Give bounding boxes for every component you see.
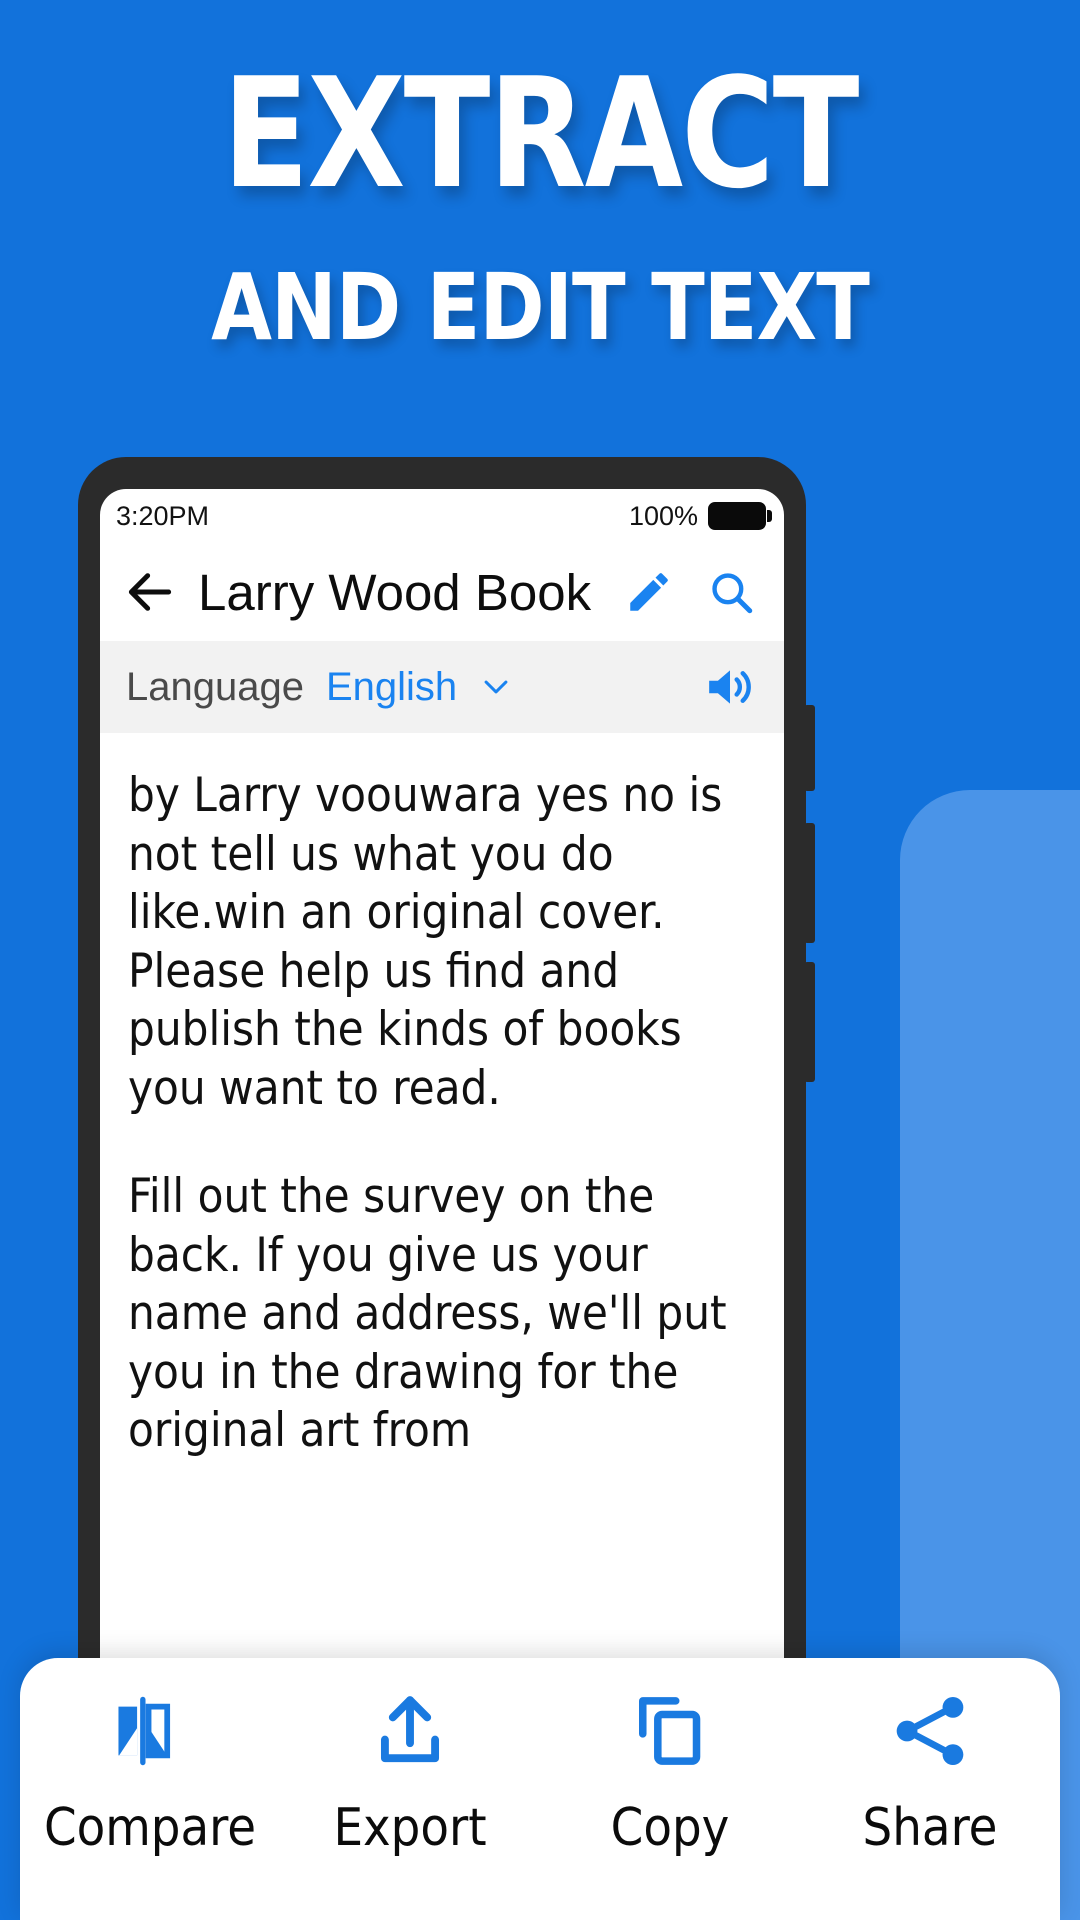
pencil-icon[interactable] (624, 567, 674, 617)
action-label: Copy (610, 1798, 730, 1858)
language-bar: Language English (100, 641, 784, 733)
app-bar: Larry Wood Book (100, 543, 784, 641)
action-item-share[interactable]: Share (800, 1688, 1060, 1858)
document-paragraph: Fill out the survey on the back. If you … (128, 1169, 727, 1458)
status-right-group: 100% (628, 500, 772, 532)
speaker-volume-icon[interactable] (702, 662, 758, 712)
compare-flip-icon (118, 1696, 171, 1766)
document-body[interactable]: by Larry voouwara yes no is not tell us … (100, 733, 784, 1461)
promo-headline: EXTRACT AND EDIT TEXT (0, 58, 1080, 354)
page-title: Larry Wood Book (198, 563, 592, 621)
action-bar: Compare Export Copy Share (20, 1658, 1060, 1920)
phone-side-button-volume-down[interactable] (804, 962, 815, 1082)
action-label: Compare (43, 1798, 257, 1858)
phone-side-button-power[interactable] (804, 705, 815, 791)
status-bar: 3:20PM 100% (100, 489, 784, 543)
language-label: Language (126, 664, 304, 709)
action-item-compare[interactable]: Compare (20, 1688, 280, 1858)
phone-side-button-volume-up[interactable] (804, 823, 815, 943)
back-arrow-icon[interactable] (122, 564, 178, 620)
action-label: Share (862, 1798, 998, 1858)
action-label: Export (333, 1798, 487, 1858)
headline-line-2: AND EDIT TEXT (211, 254, 870, 361)
action-item-export[interactable]: Export (280, 1688, 540, 1858)
copy-duplicate-icon (639, 1697, 701, 1765)
document-paragraph: by Larry voouwara yes no is not tell us … (128, 768, 723, 1116)
export-upload-icon (380, 1696, 440, 1763)
share-nodes-icon (896, 1696, 964, 1766)
headline-line-1: EXTRACT (222, 45, 859, 222)
battery-full-icon (708, 502, 772, 530)
battery-percent-label: 100% (628, 500, 698, 531)
action-item-copy[interactable]: Copy (540, 1688, 800, 1858)
status-time: 3:20PM (116, 500, 210, 531)
search-icon[interactable] (706, 567, 756, 617)
language-selected-value[interactable]: English (326, 665, 457, 710)
chevron-down-icon[interactable] (479, 670, 513, 704)
